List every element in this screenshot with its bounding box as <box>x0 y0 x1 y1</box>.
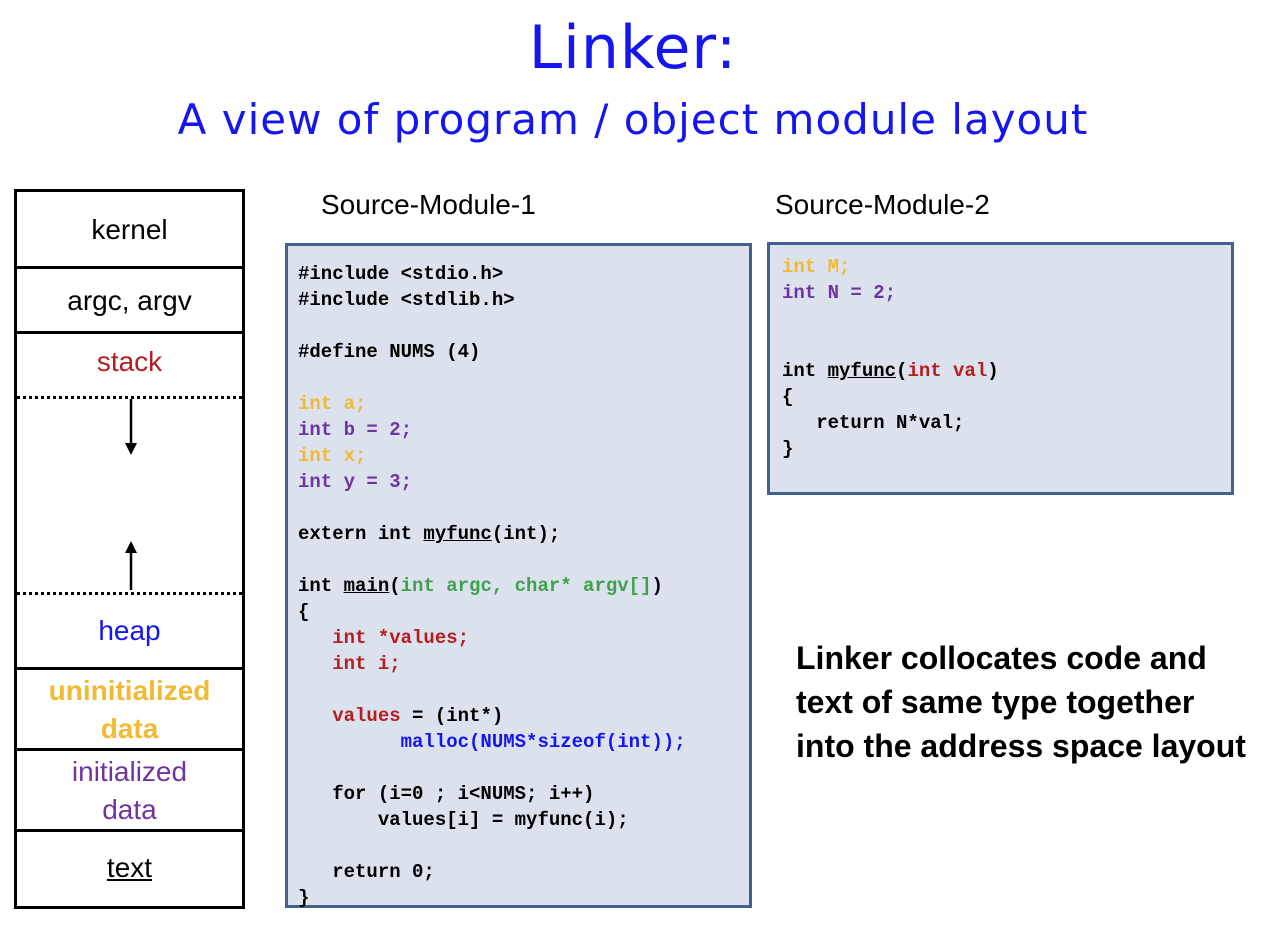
module2-code: int M; int N = 2; int myfunc(int val) { … <box>782 254 999 462</box>
code-line: #include <stdio.h> <box>298 263 504 285</box>
uninitialized-label-line2: data <box>100 712 159 744</box>
code-line: { <box>298 601 310 623</box>
code-line: return N*val; <box>782 412 965 434</box>
code-token: ( <box>896 360 908 382</box>
code-line-uninit-var: int M; <box>782 256 851 278</box>
heap-segment: heap <box>17 596 242 666</box>
kernel-label: kernel <box>91 214 168 245</box>
code-line: #define NUMS (4) <box>298 341 481 363</box>
code-line-init-var: int b = 2; <box>298 419 413 441</box>
initialized-label-line2: data <box>102 793 157 825</box>
heap-boundary-dotted <box>17 592 242 595</box>
address-space-layout: kernel argc, argv stack heap uninitializ… <box>14 189 245 909</box>
code-line: return 0; <box>298 861 435 883</box>
linker-note: Linker collocates code and text of same … <box>796 640 1246 764</box>
module1-code-box: #include <stdio.h> #include <stdlib.h> #… <box>285 243 752 911</box>
code-line-init-var: int N = 2; <box>782 282 897 304</box>
code-token-param: int val <box>907 360 988 382</box>
heap-grow-up-arrow-icon <box>125 541 137 590</box>
code-line: #include <stdlib.h> <box>298 289 515 311</box>
code-line-uninit-var: int a; <box>298 393 367 415</box>
code-token-params: int argc, char* argv[] <box>400 575 652 597</box>
uninitialized-label-line1: uninitialized <box>48 674 211 706</box>
code-token-function-name: myfunc <box>827 360 897 382</box>
module1-code: #include <stdio.h> #include <stdlib.h> #… <box>298 261 686 911</box>
text-label: text <box>106 851 153 883</box>
growth-arrows <box>125 399 137 590</box>
code-token: ( <box>389 575 401 597</box>
slide-title: Linker: <box>528 13 738 83</box>
code-line: values[i] = myfunc(i); <box>298 809 629 831</box>
code-line-local-var: int i; <box>298 653 401 675</box>
code-token-function-name: myfunc <box>423 523 492 545</box>
stack-label: stack <box>96 346 163 377</box>
code-token-local-var: values <box>298 705 401 727</box>
uninitialized-data-segment: uninitialized data <box>17 670 242 749</box>
code-line-local-var: int *values; <box>298 627 470 649</box>
code-line: } <box>298 887 310 909</box>
args-label: argc, argv <box>67 285 192 316</box>
text-segment: text <box>17 832 242 903</box>
stack-segment: stack <box>17 334 242 390</box>
module2-code-box: int M; int N = 2; int myfunc(int val) { … <box>767 242 1234 495</box>
heap-label: heap <box>98 615 161 646</box>
code-token: ) <box>987 360 999 382</box>
slide-subtitle: A view of program / object module layout <box>177 95 1089 144</box>
code-line: { <box>782 386 794 408</box>
initialized-label-line1: initialized <box>71 755 188 787</box>
code-token: extern int <box>298 523 424 545</box>
kernel-segment: kernel <box>17 192 242 268</box>
module1-label: Source-Module-1 <box>321 189 536 220</box>
code-token: int <box>782 360 828 382</box>
code-token: ) <box>651 575 663 597</box>
module2-label: Source-Module-2 <box>775 189 990 220</box>
code-line: } <box>782 438 794 460</box>
code-line-heap-alloc: malloc(NUMS*sizeof(int)); <box>298 731 686 753</box>
code-line: for (i=0 ; i<NUMS; i++) <box>298 783 595 805</box>
code-token-function-name: main <box>343 575 390 597</box>
stack-grow-down-arrow-icon <box>125 399 137 455</box>
code-token: = (int*) <box>400 705 504 727</box>
args-segment: argc, argv <box>17 269 242 333</box>
code-line-init-var: int y = 3; <box>298 471 413 493</box>
code-token: int <box>298 575 344 597</box>
code-token: (int); <box>491 523 561 545</box>
initialized-data-segment: initialized data <box>17 751 242 830</box>
code-line-uninit-var: int x; <box>298 445 367 467</box>
